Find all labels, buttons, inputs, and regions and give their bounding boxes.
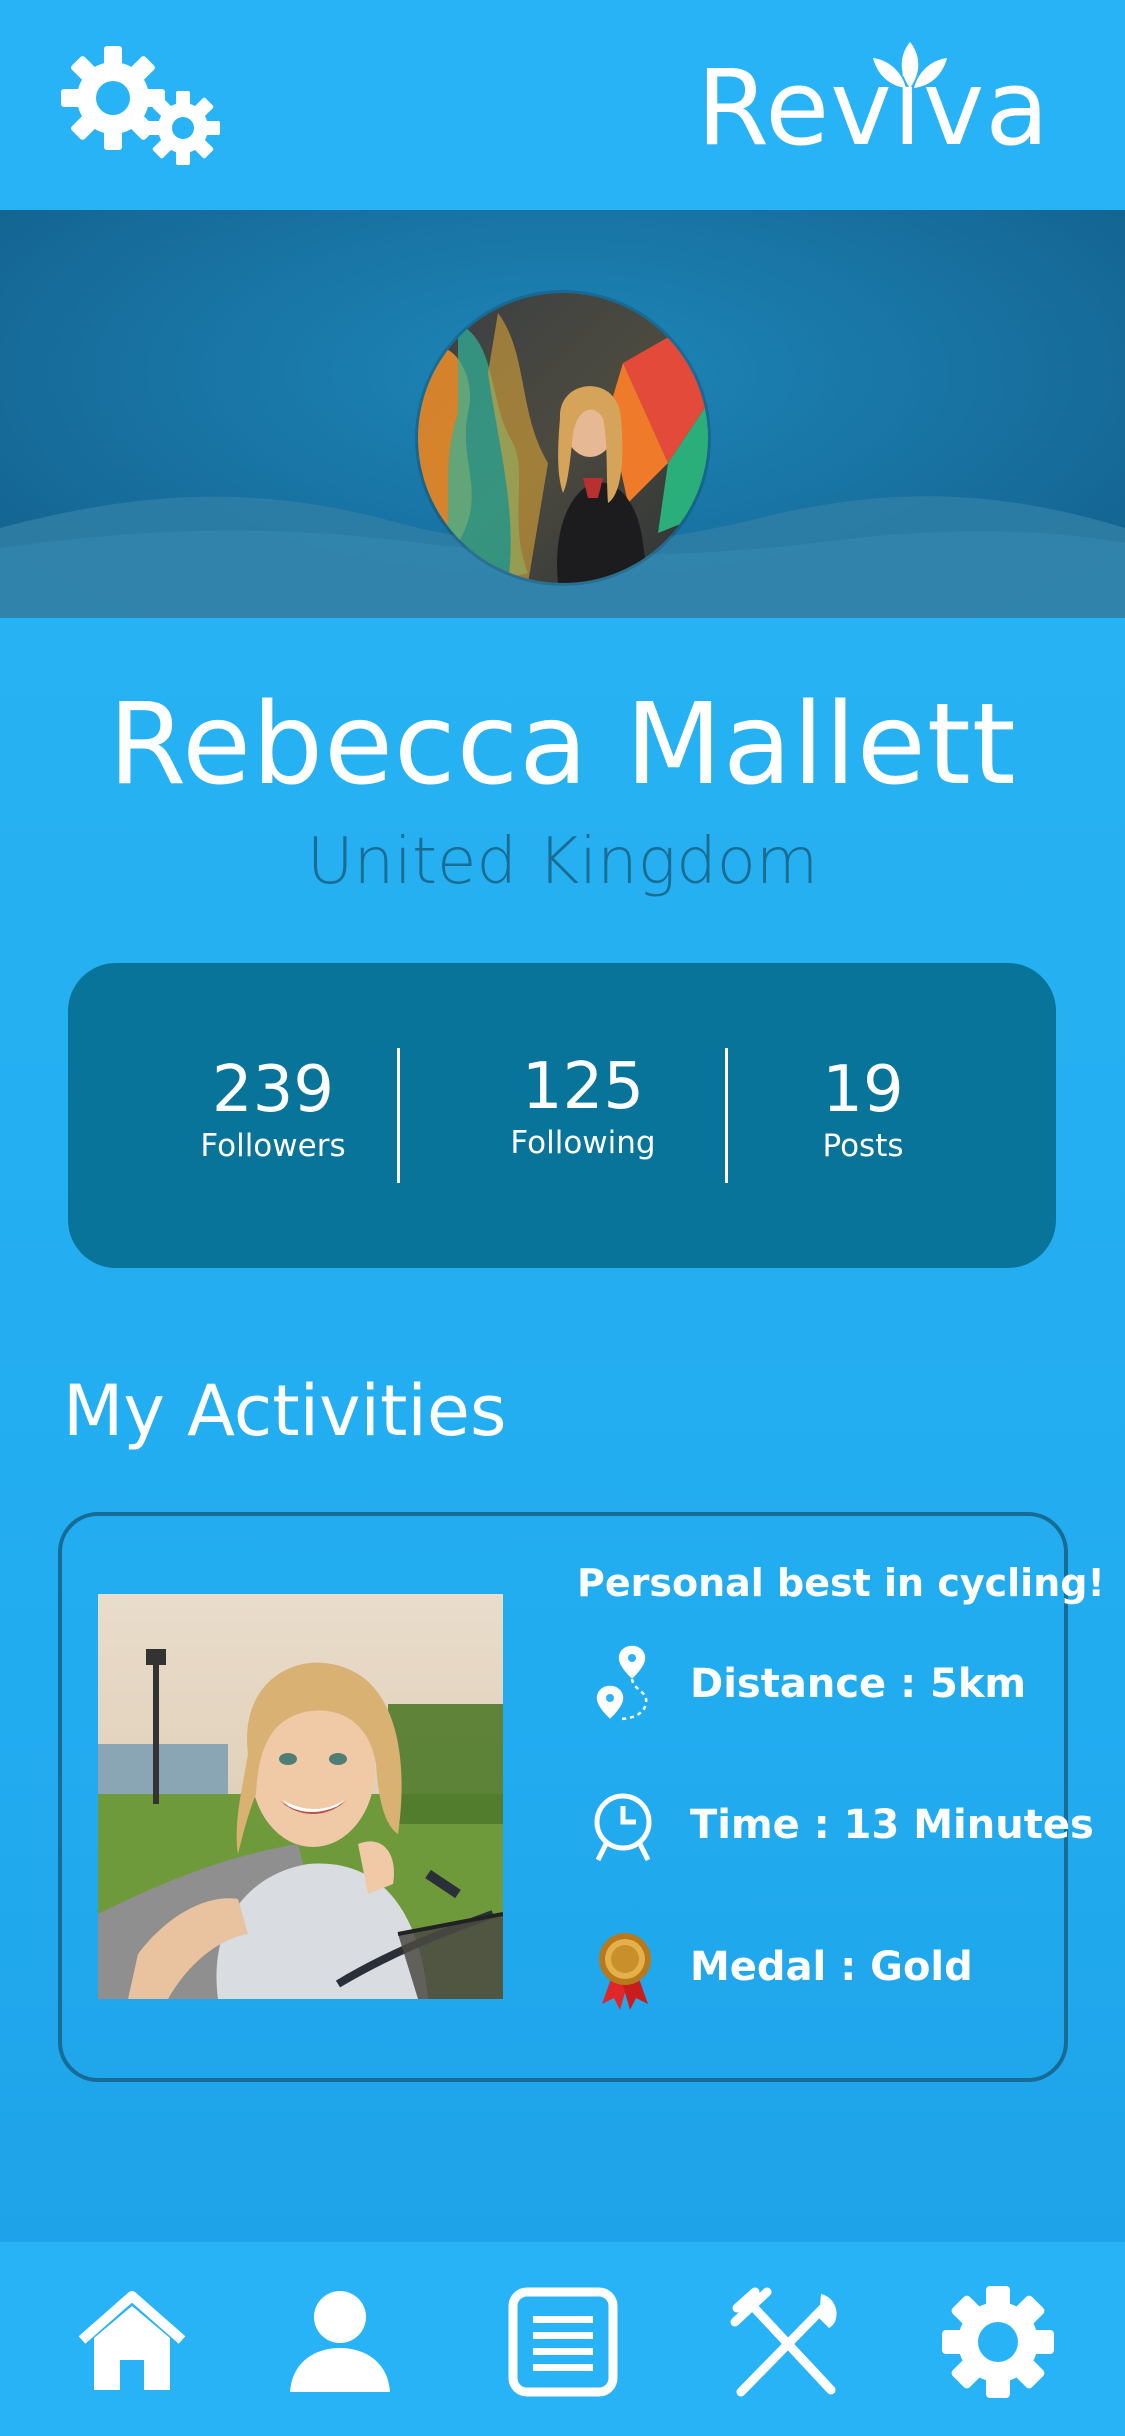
settings-icon[interactable]	[938, 2282, 1058, 2402]
app-logo: Reviva	[697, 40, 1050, 160]
activity-title: Personal best in cycling!	[577, 1561, 1105, 1605]
app-name: Reviva	[696, 47, 1050, 169]
home-icon[interactable]	[72, 2282, 192, 2402]
bottom-nav	[0, 2242, 1125, 2436]
profile-icon[interactable]	[280, 2282, 400, 2402]
profile-avatar[interactable]	[418, 293, 708, 583]
following-stat[interactable]: 125 Following	[468, 1055, 698, 1163]
activity-card[interactable]: Personal best in cycling! Distance : 5km…	[58, 1512, 1105, 2082]
gears-icon[interactable]	[55, 40, 225, 170]
route-pin-icon	[596, 1645, 648, 1721]
activity-photo[interactable]	[98, 1594, 503, 1999]
clock-icon	[594, 1793, 652, 1862]
medal-icon	[599, 1933, 651, 2010]
stats-divider	[397, 1048, 400, 1183]
following-count: 125	[521, 1050, 645, 1124]
posts-stat[interactable]: 19 Posts	[788, 1058, 938, 1166]
followers-count: 239	[211, 1053, 335, 1127]
posts-label: Posts	[822, 1128, 904, 1164]
followers-stat[interactable]: 239 Followers	[178, 1058, 368, 1166]
following-label: Following	[510, 1125, 656, 1161]
time-text: Time : 13 Minutes	[690, 1802, 1094, 1848]
top-bar: Reviva	[0, 0, 1125, 210]
posts-count: 19	[822, 1053, 904, 1127]
stats-divider	[725, 1048, 728, 1183]
followers-label: Followers	[200, 1128, 346, 1164]
cutlery-icon[interactable]	[727, 2282, 847, 2402]
medal-text: Medal : Gold	[690, 1944, 973, 1990]
section-title: My Activities	[63, 1370, 507, 1452]
stats-card: 239 Followers 125 Following 19 Posts	[68, 963, 1056, 1268]
list-icon[interactable]	[503, 2282, 623, 2402]
distance-text: Distance : 5km	[690, 1661, 1027, 1707]
profile-country: United Kingdom	[306, 825, 819, 899]
profile-name: Rebecca Mallett	[108, 680, 1017, 810]
